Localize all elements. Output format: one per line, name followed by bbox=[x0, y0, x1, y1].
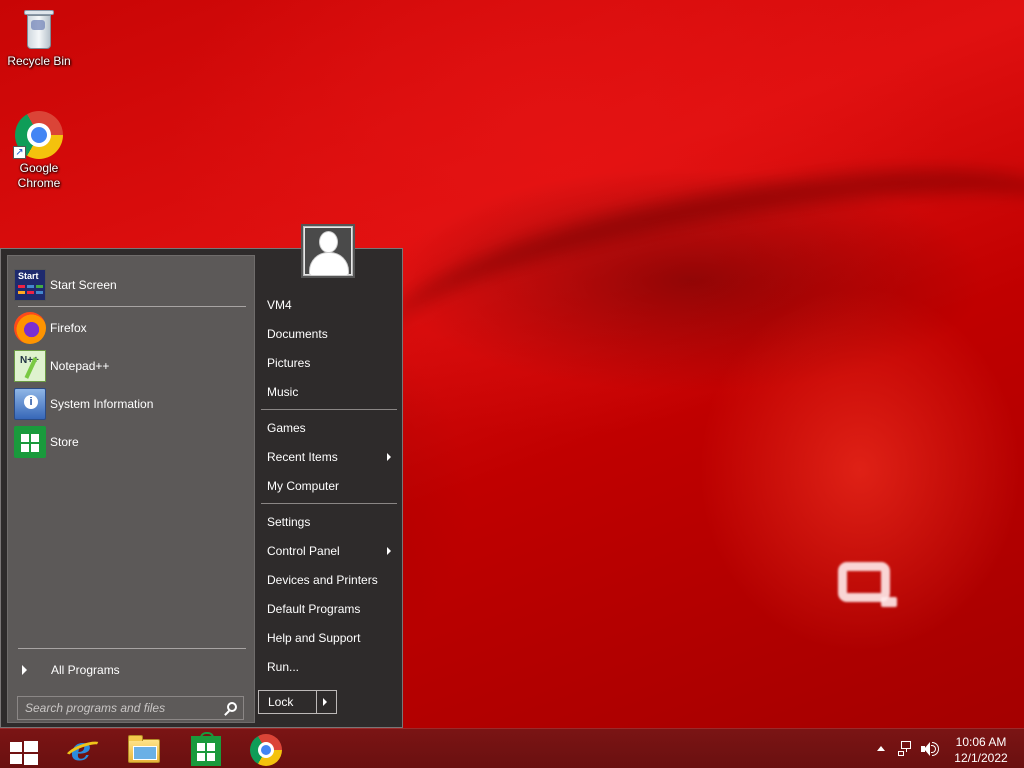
chrome-icon bbox=[250, 734, 282, 766]
taskbar: e 10:06 AM 12/1/2022 bbox=[0, 728, 1024, 768]
wallpaper-swoosh bbox=[371, 142, 1024, 408]
start-menu-link-documents[interactable]: Documents bbox=[259, 321, 399, 347]
file-explorer-icon bbox=[128, 735, 160, 763]
notepad-plus-plus-icon: N++ bbox=[14, 350, 46, 382]
search-input[interactable]: Search programs and files bbox=[17, 696, 244, 720]
clock-date: 12/1/2022 bbox=[954, 751, 1008, 765]
divider bbox=[18, 306, 246, 307]
divider bbox=[18, 648, 246, 649]
lock-button-label: Lock bbox=[268, 695, 294, 709]
taskbar-file-explorer[interactable] bbox=[116, 733, 172, 765]
start-menu-link-devices-and-printers[interactable]: Devices and Printers bbox=[259, 567, 399, 593]
submenu-arrow-icon bbox=[387, 453, 391, 461]
store-icon bbox=[14, 426, 46, 458]
desktop-icon-label: Recycle Bin bbox=[7, 54, 71, 68]
start-menu-link-recent-items[interactable]: Recent Items bbox=[259, 444, 399, 470]
start-menu-link-settings[interactable]: Settings bbox=[259, 509, 399, 535]
all-programs-label: All Programs bbox=[51, 663, 120, 677]
start-menu-link-pictures[interactable]: Pictures bbox=[259, 350, 399, 376]
wallpaper-logo bbox=[838, 562, 897, 607]
start-menu-item-notepad-plus-plus[interactable]: N++ Notepad++ bbox=[14, 349, 248, 383]
search-icon[interactable] bbox=[227, 702, 237, 712]
internet-explorer-icon: e bbox=[66, 733, 96, 765]
start-menu-item-store[interactable]: Store bbox=[14, 425, 248, 459]
menu-item-label: Notepad++ bbox=[50, 359, 110, 373]
user-account-picture[interactable] bbox=[301, 224, 355, 278]
system-information-icon: i bbox=[14, 388, 46, 420]
menu-item-label: System Information bbox=[50, 397, 154, 411]
start-menu-link-music[interactable]: Music bbox=[259, 379, 399, 405]
recycle-bin-icon bbox=[22, 6, 56, 52]
divider bbox=[261, 409, 397, 410]
start-menu-link-my-computer[interactable]: My Computer bbox=[259, 473, 399, 499]
menu-item-label: Store bbox=[50, 435, 79, 449]
show-hidden-icons-icon[interactable] bbox=[877, 746, 885, 751]
menu-item-label: Start Screen bbox=[50, 278, 117, 292]
divider bbox=[261, 503, 397, 504]
start-menu-link-games[interactable]: Games bbox=[259, 415, 399, 441]
store-icon bbox=[191, 732, 221, 766]
menu-item-label: Firefox bbox=[50, 321, 87, 335]
desktop-icon-google-chrome[interactable]: ↗ Google Chrome bbox=[2, 111, 76, 191]
clock-time: 10:06 AM bbox=[955, 735, 1007, 749]
taskbar-store[interactable] bbox=[176, 732, 232, 766]
start-menu: Start Start Screen Firefox N++ Notepad++… bbox=[0, 248, 403, 728]
start-menu-link-default-programs[interactable]: Default Programs bbox=[259, 596, 399, 622]
lock-button[interactable]: Lock bbox=[258, 690, 337, 714]
start-menu-link-run[interactable]: Run... bbox=[259, 654, 399, 680]
start-menu-item-firefox[interactable]: Firefox bbox=[14, 311, 248, 345]
start-menu-link-vm4[interactable]: VM4 bbox=[259, 292, 399, 318]
chevron-right-icon bbox=[22, 665, 27, 675]
windows-start-icon bbox=[10, 741, 38, 765]
shutdown-options-arrow[interactable] bbox=[323, 698, 327, 706]
network-icon[interactable] bbox=[898, 741, 914, 757]
start-menu-item-start-screen[interactable]: Start Start Screen bbox=[14, 268, 248, 302]
all-programs-button[interactable]: All Programs bbox=[14, 656, 248, 684]
desktop-icon-recycle-bin[interactable]: Recycle Bin bbox=[2, 6, 76, 69]
start-menu-link-help-and-support[interactable]: Help and Support bbox=[259, 625, 399, 651]
start-menu-link-control-panel[interactable]: Control Panel bbox=[259, 538, 399, 564]
firefox-icon bbox=[14, 312, 46, 344]
start-menu-programs-pane: Start Start Screen Firefox N++ Notepad++… bbox=[7, 255, 255, 723]
submenu-arrow-icon bbox=[387, 547, 391, 555]
shortcut-arrow-icon: ↗ bbox=[13, 146, 26, 159]
taskbar-chrome[interactable] bbox=[238, 733, 294, 766]
taskbar-clock[interactable]: 10:06 AM 12/1/2022 bbox=[948, 734, 1014, 766]
volume-icon[interactable] bbox=[921, 741, 939, 757]
desktop-icon-label: Google Chrome bbox=[17, 161, 61, 190]
start-menu-item-system-information[interactable]: i System Information bbox=[14, 387, 248, 421]
taskbar-internet-explorer[interactable]: e bbox=[54, 733, 110, 765]
start-screen-icon: Start bbox=[14, 269, 46, 301]
search-placeholder: Search programs and files bbox=[25, 701, 166, 715]
start-button[interactable] bbox=[0, 733, 56, 765]
